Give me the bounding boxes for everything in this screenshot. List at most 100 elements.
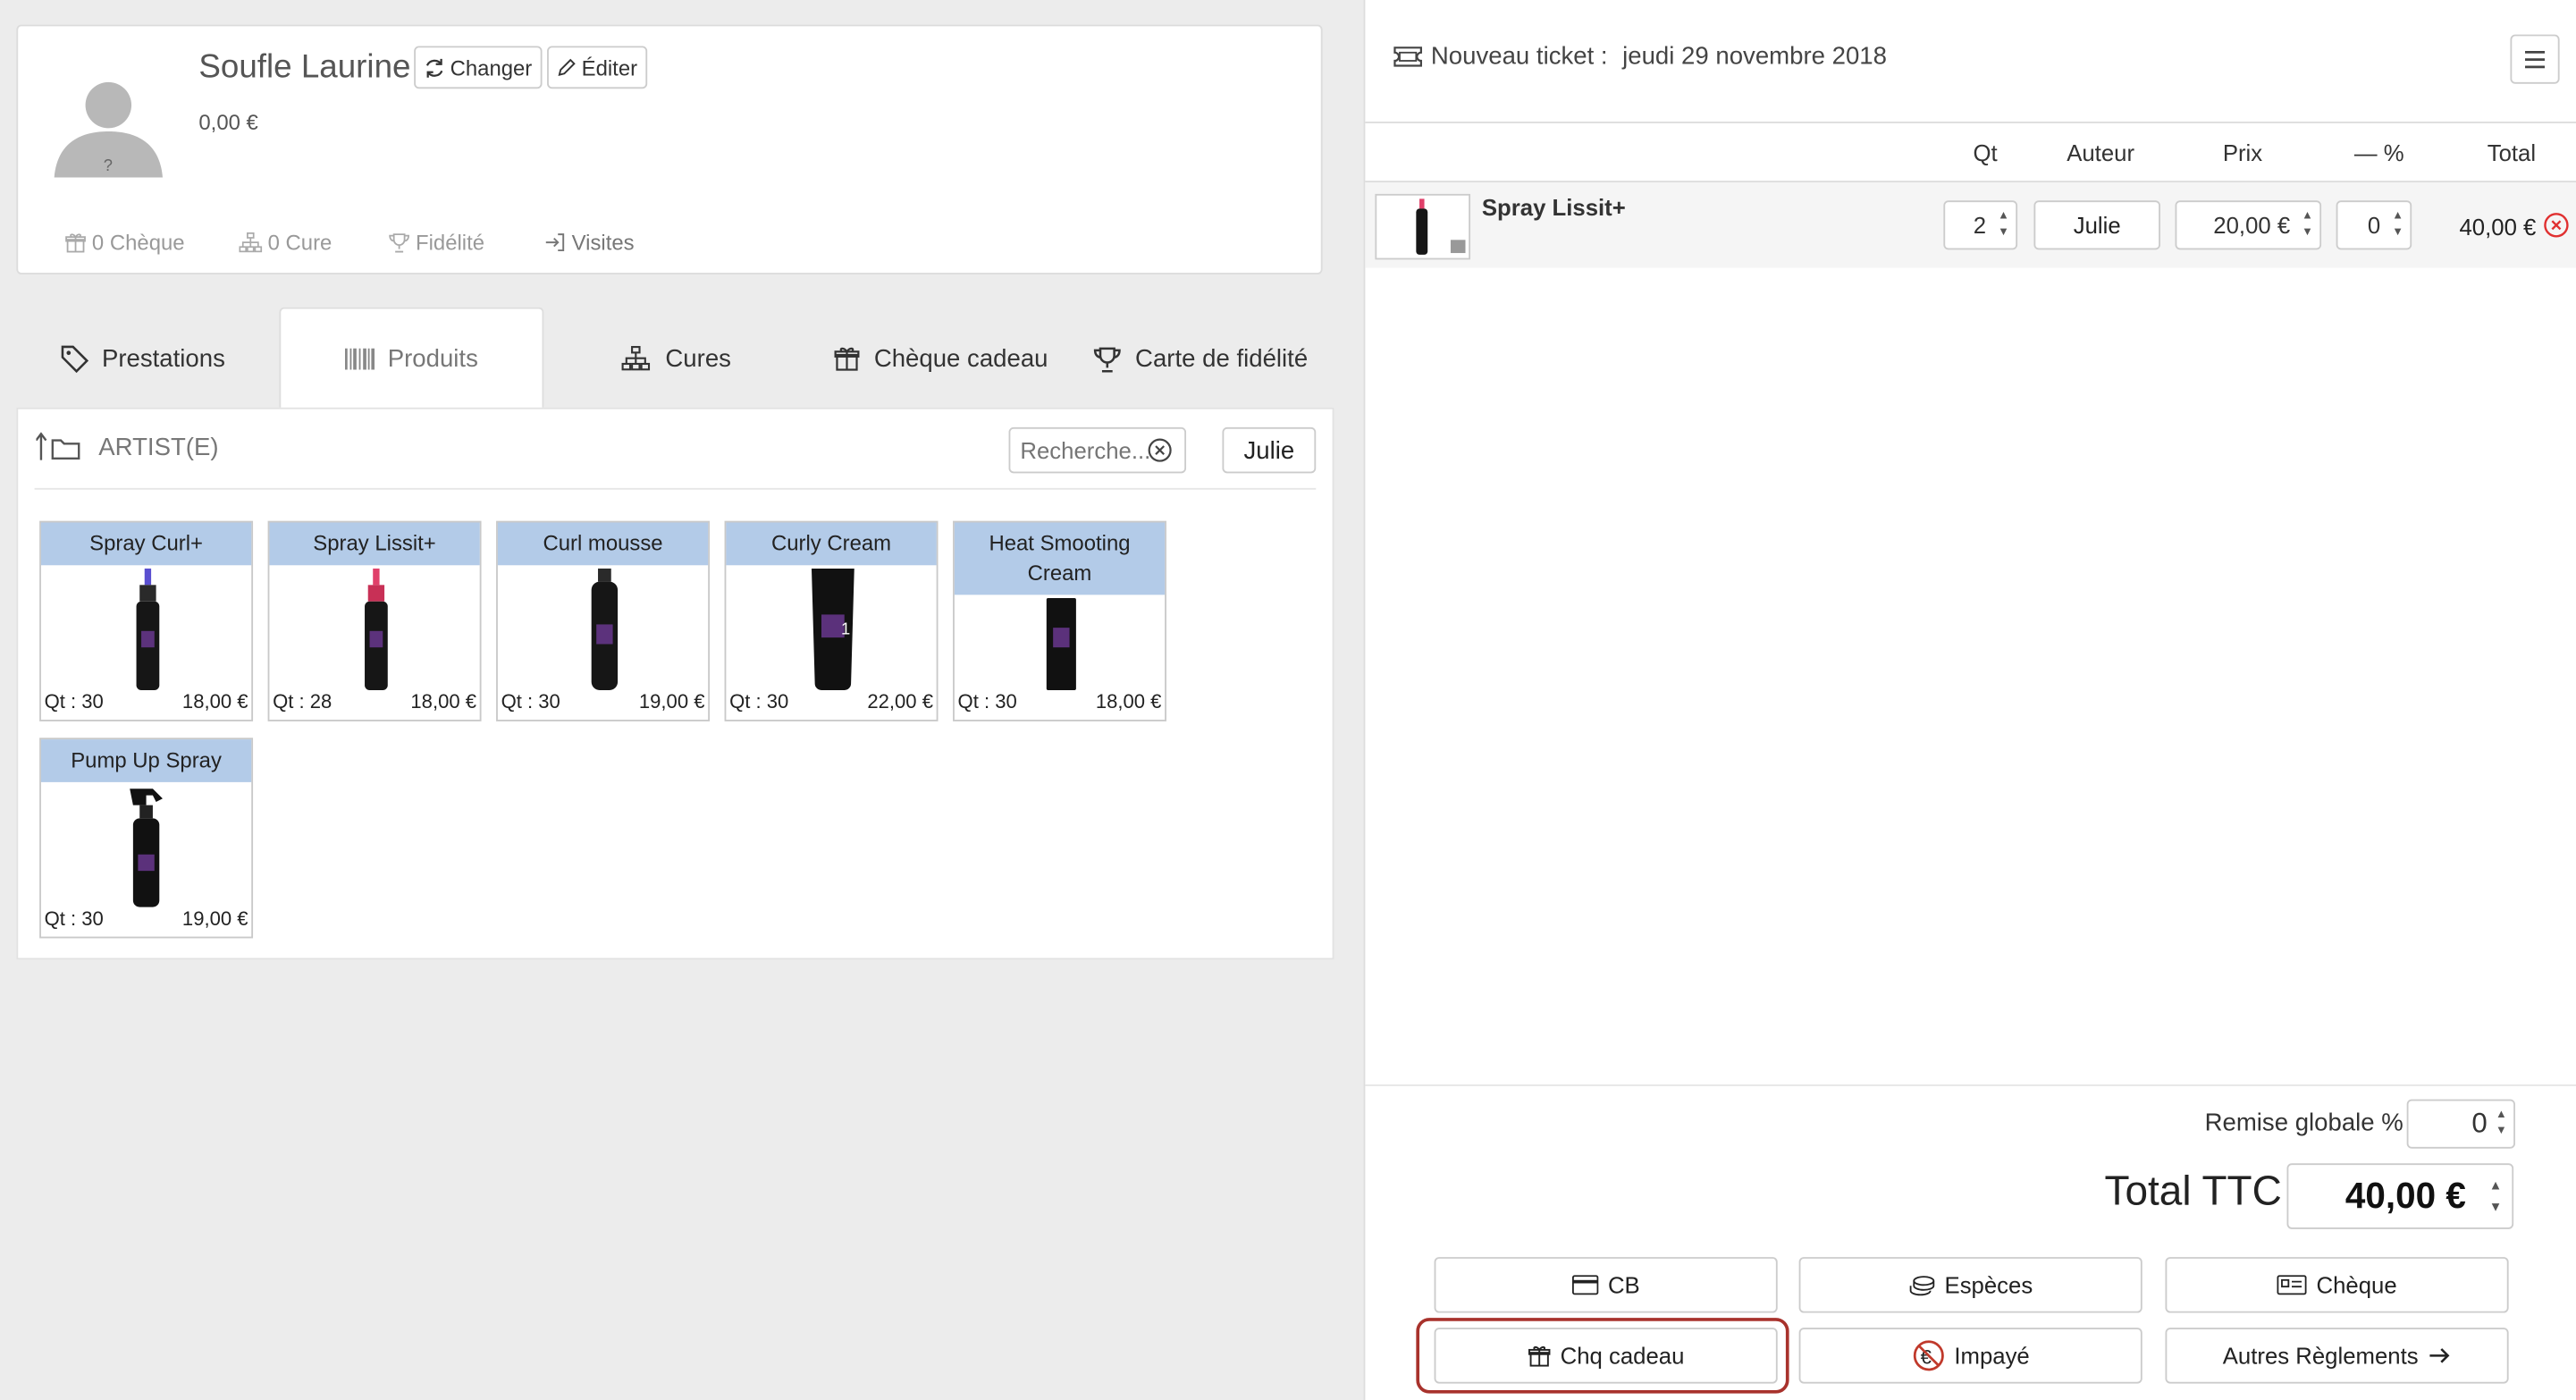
tab-prestations[interactable]: Prestations <box>61 308 225 409</box>
coins-icon <box>1909 1275 1934 1295</box>
tab-produits[interactable]: Produits <box>279 307 544 409</box>
edit-client-label: Éditer <box>581 55 638 80</box>
pay-cheque-button[interactable]: Chèque <box>2165 1257 2509 1313</box>
stat-fidelite-label: Fidélité <box>416 230 485 255</box>
stat-cure[interactable]: 0 Cure <box>239 230 333 255</box>
product-price: 19,00 € <box>638 689 705 713</box>
trophy-icon <box>1093 346 1121 372</box>
pay-especes-button[interactable]: Espèces <box>1798 1257 2142 1313</box>
line-product-thumbnail <box>1375 193 1471 260</box>
total-value-field[interactable]: 40,00 € ▲ ▼ <box>2286 1163 2514 1229</box>
pay-impaye-label: Impayé <box>1954 1342 2030 1370</box>
divider <box>34 487 1317 490</box>
stat-cure-label: 0 Cure <box>267 230 333 255</box>
divider <box>1365 122 2576 123</box>
highlight-frame <box>1416 1318 1789 1394</box>
credit-card-icon <box>1571 1275 1598 1295</box>
folder-up-icon[interactable] <box>36 432 81 461</box>
product-stock: Qt : 30 <box>957 689 1017 713</box>
author-filter-button[interactable]: Julie <box>1222 426 1317 474</box>
stepper-arrows-icon[interactable]: ▲ ▼ <box>1998 208 2009 241</box>
product-stock: Qt : 30 <box>44 907 104 931</box>
ticket-header: Nouveau ticket : jeudi 29 novembre 2018 <box>1393 43 1887 71</box>
ticket-date: jeudi 29 novembre 2018 <box>1622 42 1887 72</box>
column-header-prix: Prix <box>2222 139 2263 166</box>
clear-search-icon[interactable] <box>1147 437 1173 463</box>
stepper-arrows-icon[interactable]: ▲ ▼ <box>2392 208 2403 241</box>
arrow-right-icon <box>2429 1348 2450 1363</box>
product-image <box>136 568 160 690</box>
tab-carte-fidelite[interactable]: Carte de fidélité <box>1092 308 1308 409</box>
product-card[interactable]: Curl mousse Qt : 30 19,00 € <box>496 520 711 721</box>
product-card[interactable]: Spray Curl+ Qt : 30 18,00 € <box>39 520 254 721</box>
column-header-remise: — % <box>2353 139 2404 166</box>
tab-produits-label: Produits <box>387 344 478 374</box>
remove-line-icon[interactable] <box>2543 212 2569 238</box>
product-price: 18,00 € <box>181 689 248 713</box>
pay-impaye-button[interactable]: € Impayé <box>1798 1328 2142 1384</box>
line-qty-value: 2 <box>1973 212 1987 239</box>
no-euro-icon: € <box>1912 1340 1943 1371</box>
tab-carte-fidelite-label: Carte de fidélité <box>1135 344 1309 373</box>
pay-cheque-label: Chèque <box>2316 1271 2397 1299</box>
pay-autres-button[interactable]: Autres Règlements <box>2165 1328 2509 1384</box>
line-price-value: 20,00 € <box>2213 212 2291 239</box>
client-balance: 0,00 € <box>198 110 258 135</box>
gift-icon <box>834 347 860 371</box>
product-name: Spray Lissit+ <box>269 522 480 566</box>
tag-icon <box>61 344 89 373</box>
product-stock: Qt : 30 <box>44 689 104 713</box>
product-card[interactable]: Pump Up Spray Qt : 30 19,00 € <box>39 738 254 939</box>
stat-visites[interactable]: Visites <box>543 230 635 255</box>
change-client-button[interactable]: Changer <box>414 46 543 89</box>
global-discount-stepper[interactable]: 0 ▲ ▼ <box>2406 1099 2515 1149</box>
stat-cheque[interactable]: 0 Chèque <box>64 230 185 255</box>
product-card[interactable]: Heat Smooting Cream Qt : 30 18,00 € <box>953 520 1166 721</box>
tab-cures[interactable]: Cures <box>619 308 731 409</box>
pay-cb-button[interactable]: CB <box>1434 1257 1778 1313</box>
stat-fidelite[interactable]: Fidélité <box>388 230 484 255</box>
stepper-arrows-icon[interactable]: ▲ ▼ <box>2302 208 2313 241</box>
product-price: 22,00 € <box>867 689 933 713</box>
stepper-arrows-icon[interactable]: ▲ ▼ <box>2489 1175 2503 1218</box>
hamburger-icon <box>2525 50 2546 68</box>
client-name[interactable]: Soufle Laurine <box>198 49 410 87</box>
ticket-title: Nouveau ticket : <box>1430 42 1608 72</box>
tab-prestations-label: Prestations <box>101 344 225 373</box>
pay-especes-label: Espèces <box>1944 1271 2033 1299</box>
product-name: Spray Curl+ <box>40 522 252 566</box>
line-discount-stepper[interactable]: 0 ▲ ▼ <box>2336 200 2412 250</box>
avatar: ? <box>51 72 166 178</box>
column-header-total: Total <box>2487 139 2537 166</box>
left-pane: ? Soufle Laurine Changer Éditer 0,00 € 0… <box>0 0 1364 1400</box>
line-qty-stepper[interactable]: 2 ▲ ▼ <box>1943 200 2018 250</box>
product-image <box>591 568 619 690</box>
edit-client-button[interactable]: Éditer <box>547 46 648 89</box>
pencil-icon <box>558 58 576 76</box>
column-header-qt: Qt <box>1973 139 1998 166</box>
ticket-icon <box>1393 46 1422 67</box>
product-stock: Qt : 30 <box>729 689 789 713</box>
sign-in-icon <box>545 233 565 252</box>
product-name: Pump Up Spray <box>40 739 252 782</box>
tab-cheque-cadeau-label: Chèque cadeau <box>873 344 1048 373</box>
product-name: Curl mousse <box>497 522 709 566</box>
product-name: Heat Smooting Cream <box>954 522 1166 595</box>
product-card[interactable]: Spray Lissit+ Qt : 28 18,00 € <box>267 520 482 721</box>
product-image: 1 <box>811 568 854 690</box>
product-image <box>365 568 388 690</box>
product-stock: Qt : 28 <box>273 689 333 713</box>
cheque-icon <box>2277 1275 2307 1295</box>
menu-button[interactable] <box>2510 34 2560 84</box>
svg-text:?: ? <box>104 156 113 174</box>
global-discount-label: Remise globale % <box>2204 1109 2403 1137</box>
line-price-stepper[interactable]: 20,00 € ▲ ▼ <box>2175 200 2322 250</box>
product-card[interactable]: Curly Cream 1 Qt : 30 22,00 € <box>724 520 939 721</box>
barcode-icon <box>344 348 375 370</box>
tab-cheque-cadeau[interactable]: Chèque cadeau <box>833 308 1048 409</box>
stepper-arrows-icon[interactable]: ▲ ▼ <box>2496 1108 2507 1141</box>
line-author-button[interactable]: Julie <box>2033 200 2160 250</box>
total-value: 40,00 € <box>2344 1175 2466 1217</box>
product-stock: Qt : 30 <box>501 689 560 713</box>
sitemap-icon <box>239 232 263 253</box>
